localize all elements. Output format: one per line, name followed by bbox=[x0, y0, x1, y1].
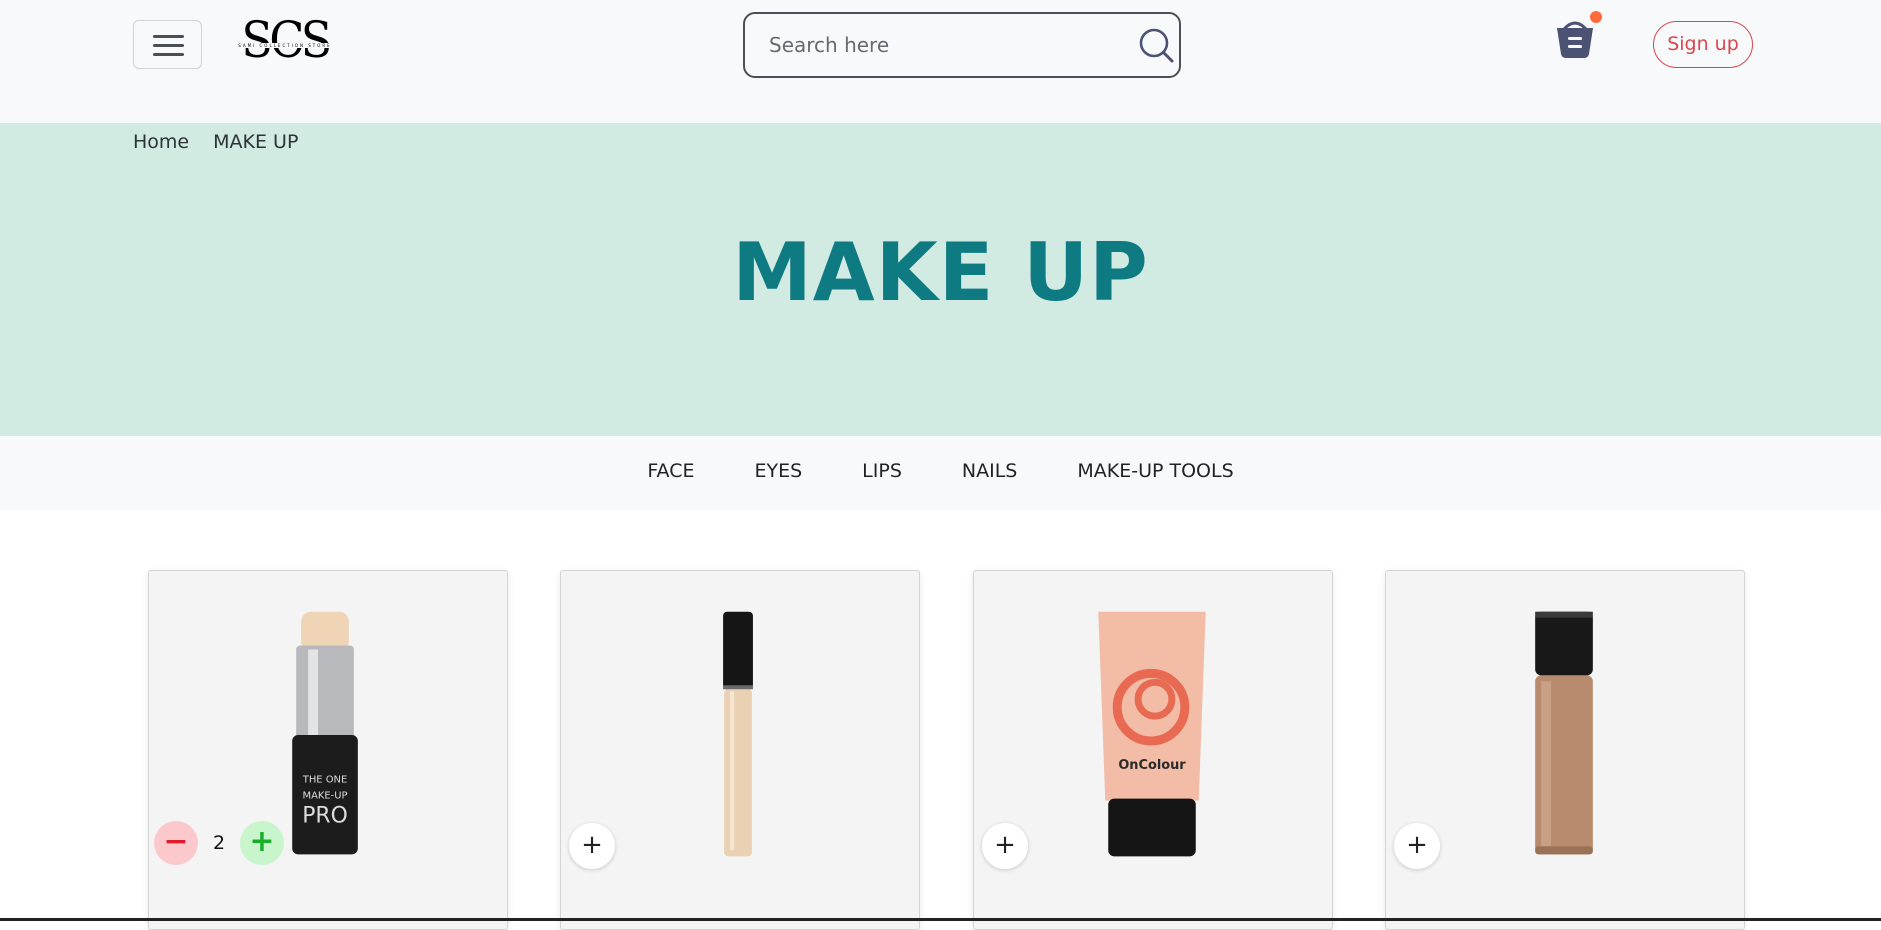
hamburger-icon-bar bbox=[153, 53, 184, 56]
svg-text:MAKE-UP: MAKE-UP bbox=[303, 791, 348, 802]
search-icon[interactable] bbox=[1137, 27, 1175, 65]
svg-text:PRO: PRO bbox=[302, 804, 348, 829]
logo-subtitle: SAMI COLLECTION STORE bbox=[234, 43, 336, 48]
concealer-wand-image bbox=[723, 611, 753, 857]
search-box bbox=[743, 12, 1181, 78]
breadcrumb-current: MAKE UP bbox=[213, 131, 299, 153]
hamburger-icon-bar bbox=[153, 44, 184, 47]
quantity-value: 2 bbox=[212, 832, 226, 854]
increase-quantity-button[interactable]: + bbox=[240, 821, 284, 865]
product-card[interactable]: THE ONE MAKE-UP PRO − 2 + bbox=[148, 570, 508, 930]
category-face[interactable]: FACE bbox=[647, 456, 694, 486]
cart-notification-badge bbox=[1590, 11, 1602, 23]
category-makeup-tools[interactable]: MAKE-UP TOOLS bbox=[1077, 456, 1233, 486]
search-input[interactable] bbox=[769, 28, 1099, 62]
site-logo[interactable]: SCS SAMI COLLECTION STORE bbox=[234, 11, 336, 72]
page-title: MAKE UP bbox=[732, 226, 1149, 319]
category-nails[interactable]: NAILS bbox=[962, 456, 1017, 486]
oncolour-tube-image: OnColour bbox=[1098, 611, 1206, 857]
category-eyes[interactable]: EYES bbox=[754, 456, 802, 486]
product-card[interactable]: OnColour + bbox=[973, 570, 1333, 930]
add-to-cart-button[interactable]: + bbox=[569, 823, 615, 869]
decrease-quantity-button[interactable]: − bbox=[154, 821, 198, 865]
add-to-cart-button[interactable]: + bbox=[982, 823, 1028, 869]
basket-icon[interactable] bbox=[1553, 16, 1597, 60]
breadcrumb: Home MAKE UP bbox=[133, 127, 316, 157]
menu-button[interactable] bbox=[133, 20, 202, 69]
category-lips[interactable]: LIPS bbox=[862, 456, 902, 486]
product-card[interactable]: + bbox=[1385, 570, 1745, 930]
site-header: SCS SAMI COLLECTION STORE Sign up bbox=[0, 0, 1881, 123]
quantity-stepper: − 2 + bbox=[154, 821, 284, 867]
hamburger-icon bbox=[153, 35, 184, 38]
signup-button[interactable]: Sign up bbox=[1653, 21, 1753, 68]
svg-text:OnColour: OnColour bbox=[1118, 758, 1186, 773]
logo-text: SCS bbox=[241, 11, 332, 69]
category-nav: FACE EYES LIPS NAILS MAKE-UP TOOLS bbox=[0, 436, 1881, 510]
product-card[interactable]: + bbox=[560, 570, 920, 930]
foundation-bottle-image bbox=[1535, 611, 1593, 855]
add-to-cart-button[interactable]: + bbox=[1394, 823, 1440, 869]
breadcrumb-home[interactable]: Home bbox=[133, 131, 189, 153]
page-banner: Home MAKE UP MAKE UP bbox=[0, 123, 1881, 436]
svg-text:THE ONE: THE ONE bbox=[302, 775, 348, 786]
